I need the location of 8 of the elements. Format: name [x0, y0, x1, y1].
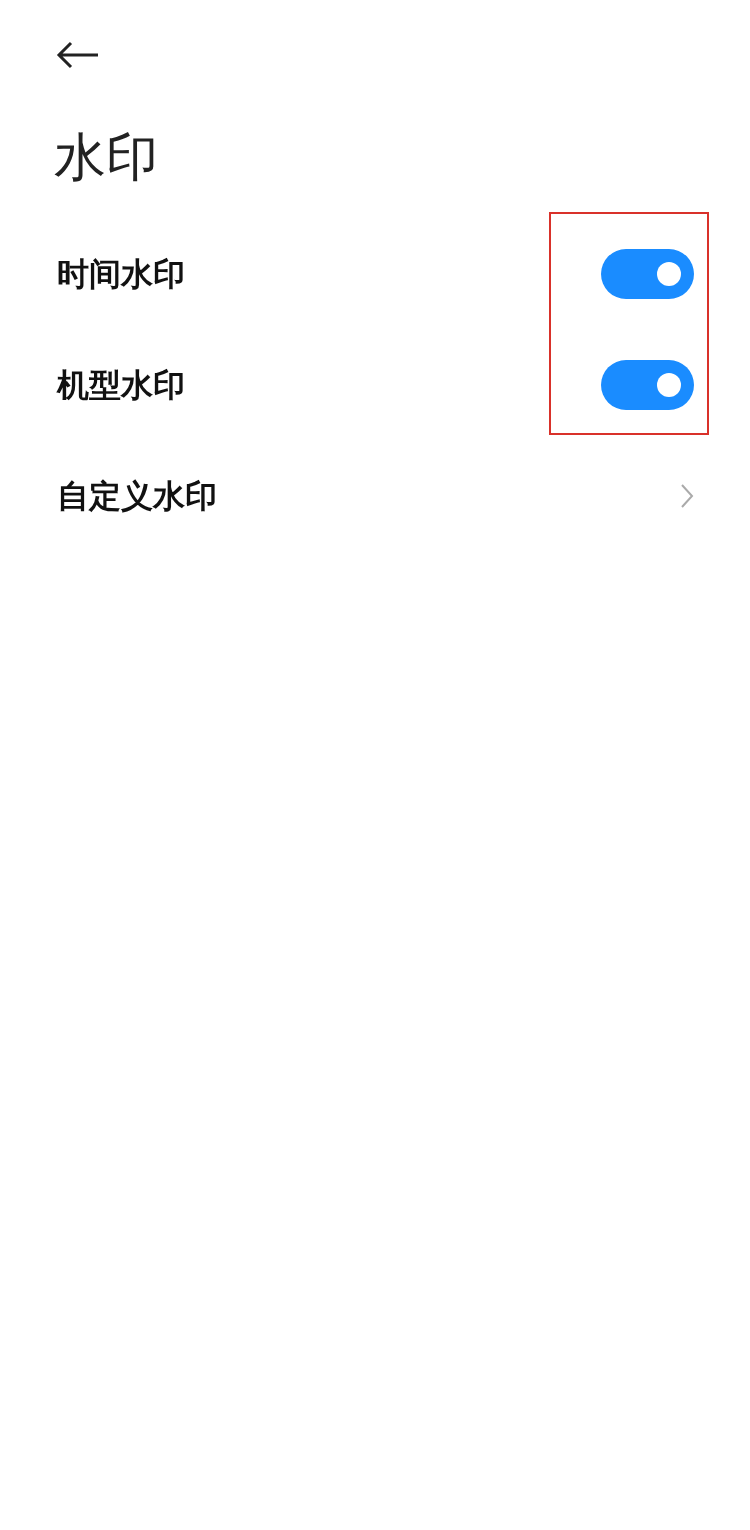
page-title: 水印	[54, 126, 159, 189]
toggle-switch[interactable]	[601, 359, 694, 410]
chevron-icon	[680, 482, 694, 509]
setting-label: 自定义水印	[57, 475, 217, 517]
toggle-switch[interactable]	[601, 248, 694, 299]
setting-label: 时间水印	[57, 253, 185, 295]
back-arrow-icon	[56, 41, 100, 69]
setting-label: 机型水印	[57, 364, 185, 406]
